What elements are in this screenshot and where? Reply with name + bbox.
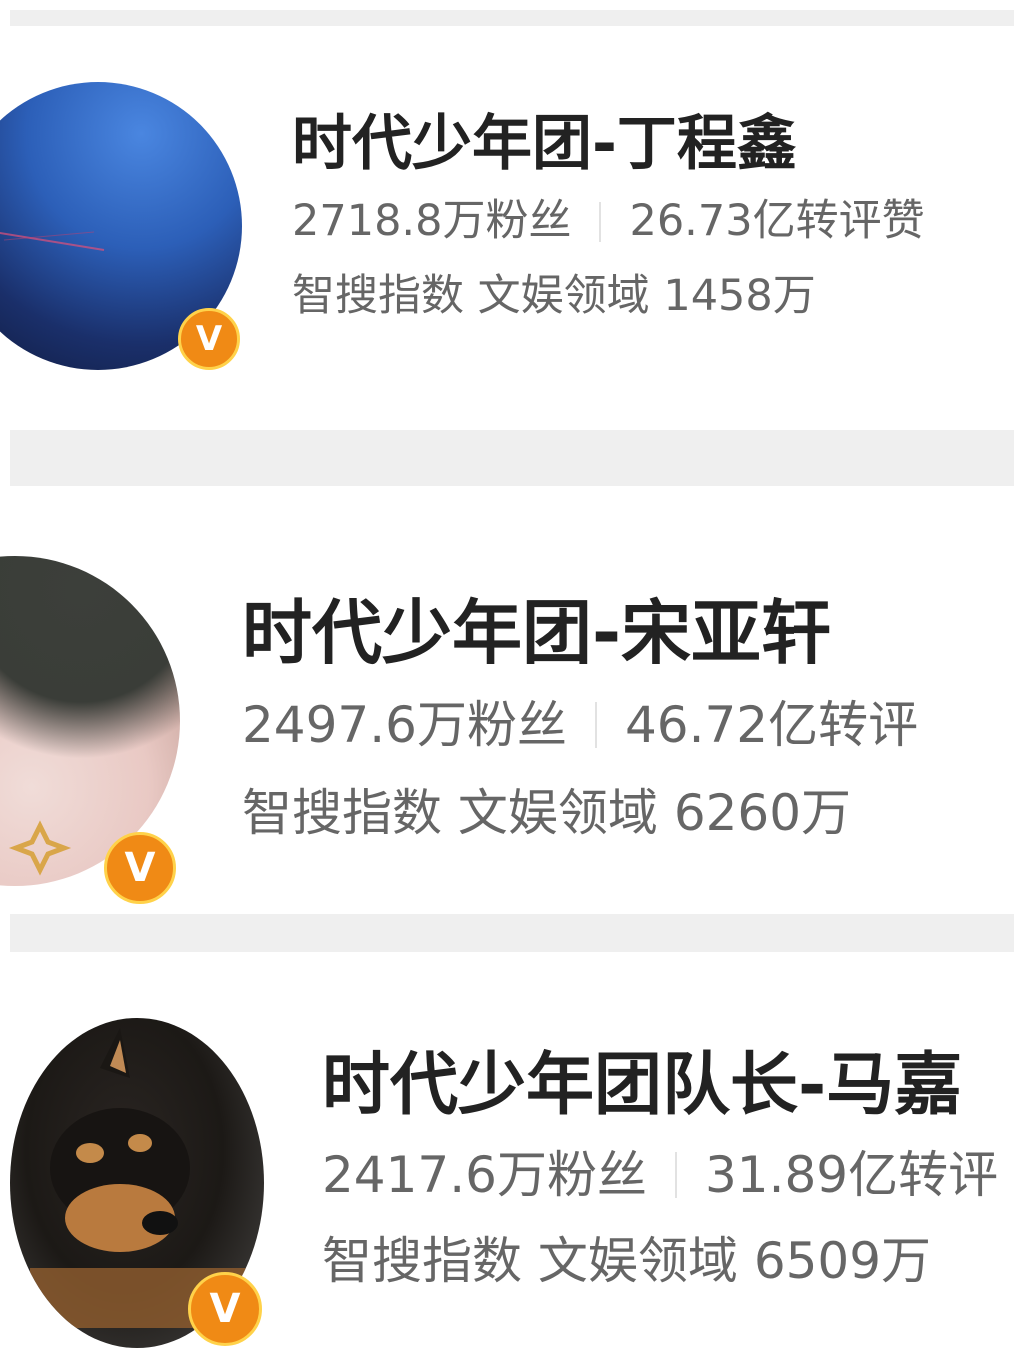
separator-top (10, 10, 1014, 26)
stats-divider (594, 702, 597, 748)
index-label: 智搜指数 (242, 784, 442, 842)
profile-card-1[interactable]: V 时代少年团-丁程鑫 2718.8万粉丝 26.73亿转评赞 智搜指数 文娱领… (0, 26, 1024, 430)
index-label: 智搜指数 (322, 1232, 522, 1290)
verified-v-icon: V (178, 308, 240, 370)
domain-label: 文娱领域 (477, 271, 650, 321)
verified-v-icon: V (104, 832, 176, 904)
verified-v-icon: V (188, 1272, 262, 1346)
separator-2 (10, 914, 1014, 952)
fans-count: 2718.8万粉丝 (292, 196, 572, 246)
index-label: 智搜指数 (292, 271, 464, 321)
interactions-count: 46.72亿转评 (624, 696, 919, 754)
domain-label: 文娱领域 (537, 1232, 738, 1290)
fans-count: 2417.6万粉丝 (322, 1146, 647, 1204)
index-value: 6260万 (673, 784, 852, 842)
index-value: 1458万 (663, 271, 816, 321)
profile-name[interactable]: 时代少年团-宋亚轩 (242, 598, 918, 668)
profile-card-3[interactable]: V 时代少年团队长-马嘉 2417.6万粉丝 31.89亿转评 智搜指数 文娱领… (0, 952, 1024, 1366)
interactions-count: 31.89亿转评 (704, 1146, 999, 1204)
interactions-count: 26.73亿转评赞 (629, 196, 925, 246)
profile-name[interactable]: 时代少年团-丁程鑫 (292, 114, 925, 174)
index-value: 6509万 (753, 1232, 932, 1290)
profile-name[interactable]: 时代少年团队长-马嘉 (322, 1052, 998, 1120)
domain-label: 文娱领域 (457, 784, 658, 842)
separator-1 (10, 430, 1014, 486)
profile-card-2[interactable]: V 时代少年团-宋亚轩 2497.6万粉丝 46.72亿转评 智搜指数 文娱领域… (0, 486, 1024, 914)
stats-divider (599, 201, 602, 242)
stats-divider (674, 1152, 677, 1198)
fans-count: 2497.6万粉丝 (242, 696, 567, 754)
